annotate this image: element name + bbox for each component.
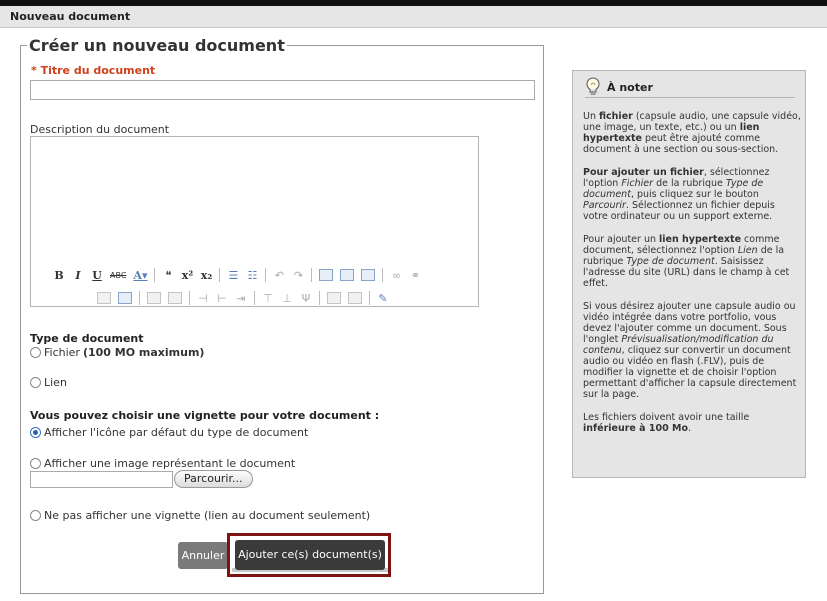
paste-word-icon[interactable]	[361, 269, 376, 281]
note-paragraph-1: Un fichier (capsule audio, une capsule v…	[583, 111, 801, 155]
note-panel: À noter Un fichier (capsule audio, une c…	[572, 70, 806, 478]
bold-icon[interactable]: B	[53, 268, 65, 282]
description-textarea[interactable]	[31, 137, 478, 261]
italic-icon[interactable]: I	[72, 268, 84, 282]
cleanup-icon[interactable]: ✎	[377, 291, 389, 305]
doc-type-link-option[interactable]: Lien	[30, 376, 67, 389]
note-paragraph-5: Les fichiers doivent avoir une taille in…	[583, 412, 750, 434]
table-delete-col-icon[interactable]: ⇥	[235, 291, 247, 305]
bullet-list-icon[interactable]: ☰	[227, 268, 239, 282]
radio-thumbnail-image[interactable]	[30, 458, 41, 469]
browse-button[interactable]: Parcourir...	[174, 470, 253, 488]
note-title: À noter	[607, 81, 653, 94]
doc-type-file-option[interactable]: Fichier (100 MO maximum)	[30, 346, 204, 359]
radio-link[interactable]	[30, 377, 41, 388]
table-row-after-icon[interactable]	[168, 292, 182, 304]
table-props-icon[interactable]: Ψ	[300, 291, 312, 305]
insert-media-icon[interactable]	[118, 292, 132, 304]
table-col-before-icon[interactable]: ⊣	[197, 291, 209, 305]
radio-file[interactable]	[30, 347, 41, 358]
thumbnail-image-label: Afficher une image représentant le docum…	[44, 457, 296, 470]
radio-thumbnail-none[interactable]	[30, 510, 41, 521]
thumbnail-default-label: Afficher l'icône par défaut du type de d…	[44, 426, 309, 439]
toolbar-separator	[311, 268, 313, 282]
toolbar-separator	[254, 291, 255, 305]
table-row-before-icon[interactable]	[147, 292, 161, 304]
note-body: Un fichier (capsule audio, une capsule v…	[583, 111, 801, 446]
font-color-icon[interactable]: A▾	[133, 268, 147, 282]
note-paragraph-3: Pour ajouter un lien hypertexte comme do…	[583, 234, 790, 289]
link-option-label: Lien	[44, 376, 67, 389]
toolbar-separator	[369, 291, 370, 305]
add-documents-button[interactable]: Ajouter ce(s) document(s)	[235, 540, 385, 570]
note-paragraph-4: Si vous désirez ajouter une capsule audi…	[583, 301, 797, 400]
note-paragraph-2: Pour ajouter un fichier, sélectionnez l'…	[583, 167, 775, 222]
thumbnail-file-input[interactable]	[30, 471, 173, 488]
cancel-button[interactable]: Annuler	[178, 542, 228, 569]
strikethrough-icon[interactable]: ABC	[110, 268, 126, 282]
thumbnail-heading: Vous pouvez choisir une vignette pour vo…	[30, 409, 380, 422]
toolbar-separator	[382, 268, 384, 282]
file-option-label: Fichier	[44, 346, 80, 359]
editor-toolbar-row-2: ⊣ ⊢ ⇥ ⊤ ⊥ Ψ ✎	[97, 288, 389, 308]
merge-cells-icon[interactable]: ⊤	[262, 291, 274, 305]
redo-icon[interactable]: ↷	[292, 268, 304, 282]
thumbnail-none-option[interactable]: Ne pas afficher une vignette (lien au do…	[30, 509, 370, 522]
form-legend: Créer un nouveau document	[29, 36, 285, 55]
lightbulb-icon	[586, 77, 600, 95]
link-icon[interactable]: ∞	[390, 268, 402, 282]
description-label: Description du document	[30, 123, 170, 136]
title-label: * Titre du document	[31, 64, 156, 77]
page-title: Nouveau document	[10, 10, 131, 23]
blockquote-icon[interactable]: ❝	[162, 268, 174, 282]
editor-toolbar-row-1: B I U ABC A▾ ❝ x² x₂ ☰ ☷ ↶ ↷ ∞ ⚭	[53, 265, 421, 285]
subscript-icon[interactable]: x₂	[200, 268, 212, 282]
table-col-after-icon[interactable]: ⊢	[216, 291, 228, 305]
radio-thumbnail-default[interactable]	[30, 427, 41, 438]
thumbnail-none-label: Ne pas afficher une vignette (lien au do…	[44, 509, 371, 522]
superscript-icon[interactable]: x²	[181, 268, 193, 282]
underline-icon[interactable]: U	[91, 268, 103, 282]
numbered-list-icon[interactable]: ☷	[246, 268, 258, 282]
doc-type-heading: Type de document	[30, 332, 144, 345]
paste-text-icon[interactable]	[340, 269, 355, 281]
table-icon[interactable]	[327, 292, 341, 304]
note-header: À noter	[585, 77, 795, 98]
paste-icon[interactable]	[319, 269, 334, 281]
file-size-note: (100 MO maximum)	[82, 346, 205, 359]
toolbar-separator	[139, 291, 140, 305]
split-cells-icon[interactable]: ⊥	[281, 291, 293, 305]
page-header: Nouveau document	[0, 6, 827, 28]
toolbar-separator	[189, 291, 190, 305]
unlink-icon[interactable]: ⚭	[409, 268, 421, 282]
thumbnail-image-option[interactable]: Afficher une image représentant le docum…	[30, 457, 295, 470]
toolbar-separator	[265, 268, 267, 282]
toolbar-separator	[319, 291, 320, 305]
insert-image-icon[interactable]	[97, 292, 111, 304]
delete-table-icon[interactable]	[348, 292, 362, 304]
thumbnail-default-option[interactable]: Afficher l'icône par défaut du type de d…	[30, 426, 308, 439]
title-input[interactable]	[30, 80, 535, 100]
toolbar-separator	[154, 268, 156, 282]
undo-icon[interactable]: ↶	[273, 268, 285, 282]
rich-text-editor: B I U ABC A▾ ❝ x² x₂ ☰ ☷ ↶ ↷ ∞ ⚭ ⊣ ⊢ ⇥ ⊤ ⊥ Ψ ✎	[30, 136, 479, 307]
toolbar-separator	[219, 268, 221, 282]
